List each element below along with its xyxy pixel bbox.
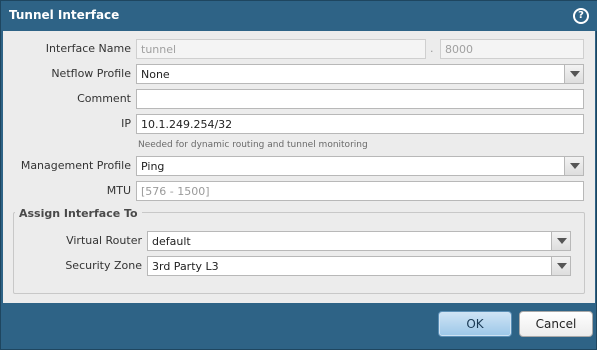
- security-zone-label: Security Zone: [65, 259, 142, 272]
- netflow-profile-label: Netflow Profile: [51, 67, 131, 80]
- ip-label: IP: [121, 117, 131, 130]
- assign-interface-group: [13, 212, 585, 294]
- dialog-titlebar: Tunnel Interface ?: [1, 1, 597, 31]
- cancel-button[interactable]: Cancel: [519, 311, 593, 337]
- security-zone-value: 3rd Party L3: [152, 260, 219, 273]
- ip-field[interactable]: 10.1.249.254/32: [136, 114, 584, 134]
- interface-name-separator: .: [430, 42, 434, 55]
- comment-label: Comment: [77, 92, 131, 105]
- chevron-down-icon[interactable]: [551, 232, 570, 250]
- ok-button[interactable]: OK: [438, 311, 512, 337]
- virtual-router-label: Virtual Router: [66, 234, 142, 247]
- mtu-field[interactable]: [576 - 1500]: [136, 181, 584, 201]
- chevron-down-icon[interactable]: [551, 257, 570, 275]
- tunnel-interface-dialog: Tunnel Interface ? Interface Name tunnel…: [0, 0, 597, 350]
- netflow-profile-select[interactable]: None: [136, 64, 584, 84]
- interface-name-field: tunnel: [136, 39, 426, 59]
- dialog-title: Tunnel Interface: [9, 8, 120, 22]
- comment-field[interactable]: [136, 89, 584, 109]
- form-panel: Interface Name tunnel . 8000 Netflow Pro…: [3, 31, 595, 303]
- netflow-profile-value: None: [141, 68, 170, 81]
- management-profile-select[interactable]: Ping: [136, 156, 584, 176]
- security-zone-select[interactable]: 3rd Party L3: [147, 256, 571, 276]
- assign-interface-legend: Assign Interface To: [15, 207, 142, 220]
- interface-number-field: 8000: [440, 39, 584, 59]
- virtual-router-value: default: [152, 235, 191, 248]
- chevron-down-icon[interactable]: [564, 65, 583, 83]
- virtual-router-select[interactable]: default: [147, 231, 571, 251]
- management-profile-value: Ping: [141, 160, 165, 173]
- management-profile-label: Management Profile: [20, 159, 131, 172]
- help-icon[interactable]: ?: [573, 8, 589, 24]
- mtu-label: MTU: [106, 184, 131, 197]
- ip-hint: Needed for dynamic routing and tunnel mo…: [138, 140, 368, 150]
- chevron-down-icon[interactable]: [564, 157, 583, 175]
- interface-name-label: Interface Name: [45, 42, 131, 55]
